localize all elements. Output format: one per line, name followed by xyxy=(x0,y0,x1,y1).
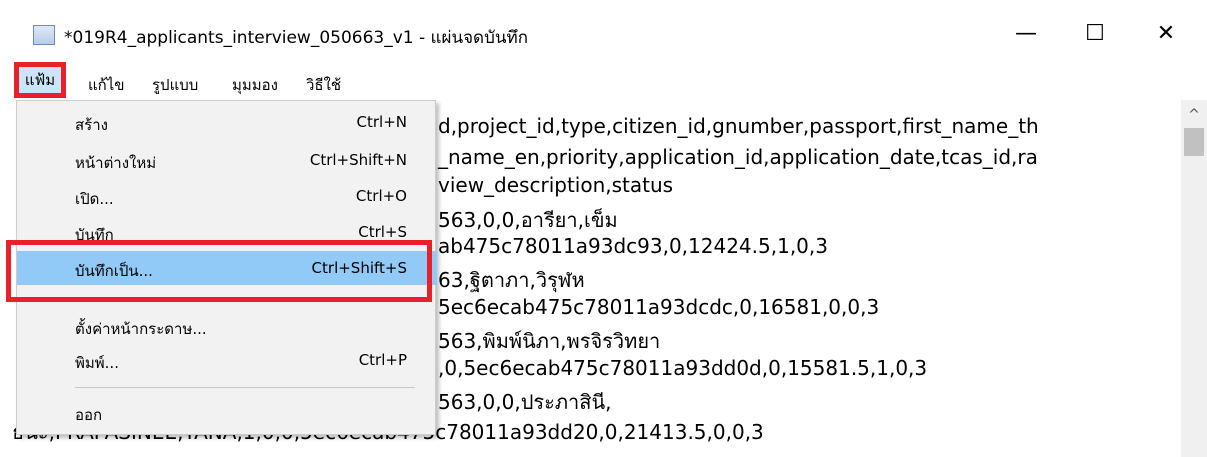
text-line: view_description,status xyxy=(438,173,674,197)
notepad-icon xyxy=(33,25,55,45)
scroll-up-arrow-icon[interactable]: ^ xyxy=(1181,103,1207,127)
text-line: ab475c78011a93dc93,0,12424.5,1,0,3 xyxy=(438,234,828,258)
text-line: 63,ฐิตาภา,วิรุฬห xyxy=(438,268,585,292)
menu-help[interactable]: วิธีใช้ xyxy=(306,73,341,97)
menu-item-shortcut: Ctrl+N xyxy=(356,113,407,131)
menu-format[interactable]: รูปแบบ xyxy=(152,73,198,97)
menu-item-exit[interactable]: ออก xyxy=(17,395,437,429)
text-line: 563,0,0,ประภาสินี, xyxy=(438,390,612,414)
menu-edit[interactable]: แก้ไข xyxy=(88,73,125,97)
menu-item-page-setup[interactable]: ตั้งค่าหน้ากระดาษ... xyxy=(17,309,437,343)
text-line: ,0,5ec6ecab475c78011a93dd0d,0,15581.5,1,… xyxy=(438,356,928,380)
menu-item-label: ออก xyxy=(75,406,103,424)
text-line: 563,พิมพ์นิภา,พรจิรวิทยา xyxy=(438,329,661,353)
menu-item-label: หน้าต่างใหม่ xyxy=(75,154,157,172)
menu-item-new-window[interactable]: หน้าต่างใหม่ Ctrl+Shift+N xyxy=(17,143,437,177)
menu-item-print[interactable]: พิมพ์... Ctrl+P xyxy=(17,343,437,377)
menu-item-label: สร้าง xyxy=(75,116,108,134)
menu-item-label: พิมพ์... xyxy=(75,354,119,372)
minimize-button[interactable]: — xyxy=(1003,10,1049,56)
menu-item-shortcut: Ctrl+S xyxy=(358,223,407,241)
menu-item-shortcut: Ctrl+O xyxy=(355,187,407,205)
text-line: 5ec6ecab475c78011a93dcdc,0,16581,0,0,3 xyxy=(438,295,880,319)
text-line: d,project_id,type,citizen_id,gnumber,pas… xyxy=(438,114,1039,138)
title-bar: *019R4_applicants_interview_050663_v1 - … xyxy=(0,0,1207,58)
menu-view[interactable]: มุมมอง xyxy=(232,73,278,97)
menu-item-shortcut: Ctrl+P xyxy=(358,351,407,369)
menu-separator xyxy=(75,387,415,388)
text-line: 563,0,0,อารียา,เข็ม xyxy=(438,208,618,232)
annotation-highlight-box xyxy=(6,240,432,302)
close-button[interactable]: ✕ xyxy=(1143,10,1189,56)
menu-file[interactable]: แฟ้ม xyxy=(14,62,66,98)
window-title: *019R4_applicants_interview_050663_v1 - … xyxy=(64,28,529,48)
scrollbar-thumb[interactable] xyxy=(1184,128,1204,156)
maximize-button[interactable]: ☐ xyxy=(1072,10,1118,56)
menu-item-shortcut: Ctrl+Shift+N xyxy=(309,151,407,169)
text-line: _name_en,priority,application_id,applica… xyxy=(438,145,1038,169)
menu-item-new[interactable]: สร้าง Ctrl+N xyxy=(17,105,437,139)
menu-item-label: ตั้งค่าหน้ากระดาษ... xyxy=(75,320,207,338)
menu-item-label: เปิด... xyxy=(75,190,114,208)
menu-item-open[interactable]: เปิด... Ctrl+O xyxy=(17,179,437,213)
